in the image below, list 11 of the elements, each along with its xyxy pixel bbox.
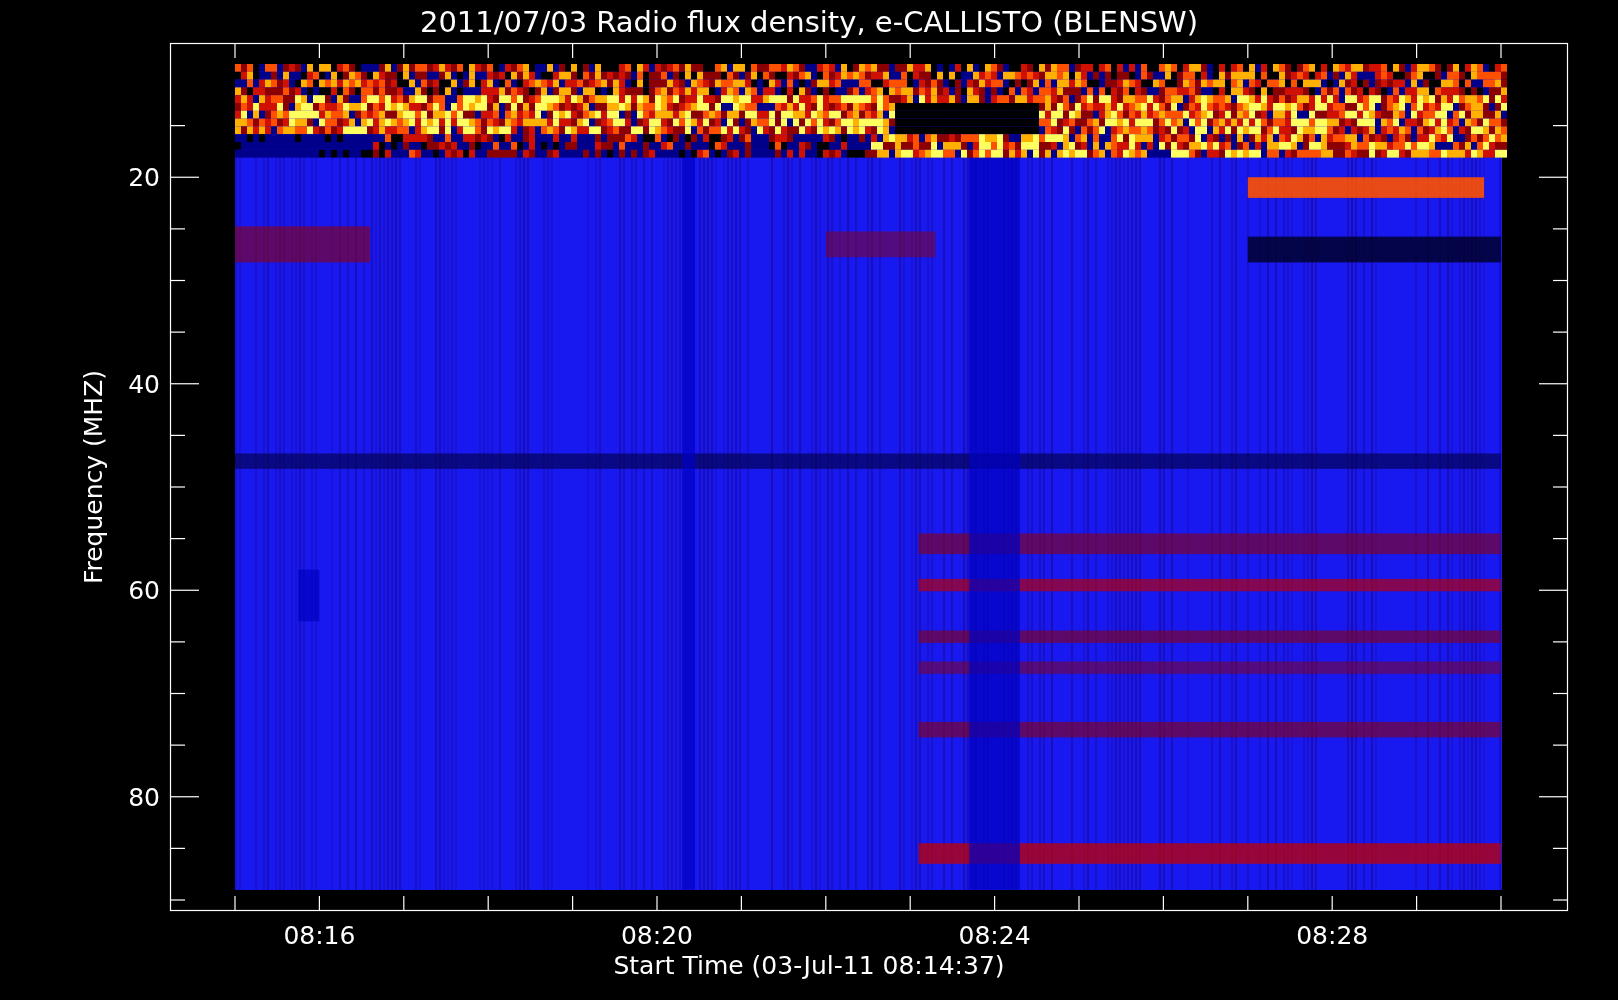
tick-label: 08:16 xyxy=(283,921,356,950)
tick-label: 60 xyxy=(128,576,160,606)
tick-label: 08:28 xyxy=(1296,921,1369,950)
axis-label: Start Time (03-Jul-11 08:14:37) xyxy=(613,951,1005,980)
tick-label: 08:20 xyxy=(621,921,693,950)
chart-title: 2011/07/03 Radio flux density, e-CALLISTO (BLENSW) xyxy=(419,5,1199,39)
tick-label: 40 xyxy=(128,369,160,399)
tick-label: 20 xyxy=(128,163,160,193)
tick-label: 08:24 xyxy=(958,921,1031,950)
tick-label: 80 xyxy=(128,782,160,812)
axis-label: Frequency (MHZ) xyxy=(79,369,108,585)
